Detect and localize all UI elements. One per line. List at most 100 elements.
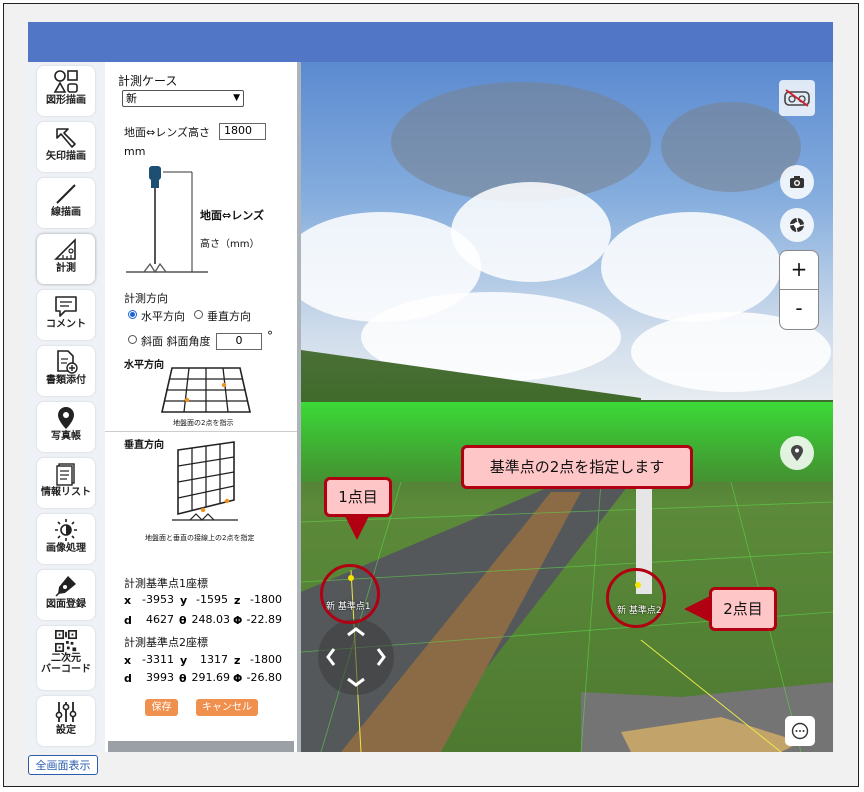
lens-height-diagram — [126, 166, 208, 274]
point1-theta-label: θ — [179, 614, 187, 627]
diagram-label-1: 地面⇔レンズ — [200, 209, 264, 222]
tool-document-attach-label: 書類添付 — [46, 375, 86, 386]
brightness-icon — [55, 519, 77, 541]
cancel-button[interactable]: キャンセル — [196, 699, 258, 716]
tool-line-label: 線描画 — [51, 207, 81, 218]
point2-theta-label: θ — [179, 672, 187, 685]
tool-measure[interactable]: 計測 — [37, 234, 95, 284]
tool-document-attach[interactable]: 書類添付 — [37, 346, 95, 396]
reference-point-1-label: 新 基準点1 — [326, 602, 371, 612]
location-pin-icon — [58, 407, 74, 429]
radio-slope-label: 斜面 斜面角度 — [141, 335, 211, 348]
point2-y-value: 1317 — [190, 653, 228, 666]
map-pin-icon — [791, 445, 803, 461]
point1-phi-label: Φ — [233, 614, 243, 627]
chevron-down-icon: ▼ — [233, 93, 240, 103]
top-bar — [28, 22, 833, 62]
chat-bubble-icon — [791, 722, 809, 740]
tool-qr-code[interactable]: 二次元 バーコード — [37, 626, 95, 690]
height-input[interactable]: 1800 — [219, 123, 266, 140]
horizontal-title: 水平方向 — [124, 360, 164, 371]
fullscreen-button[interactable]: 全画面表示 — [28, 755, 98, 775]
radio-slope[interactable] — [128, 335, 137, 344]
point2-callout: 2点目 — [709, 587, 777, 631]
tool-comment[interactable]: コメント — [37, 290, 95, 340]
arrow-icon — [56, 128, 76, 148]
point2-z-value: -1800 — [244, 653, 282, 666]
panorama-viewer[interactable]: + - 新 基準点1 新 基準点2 基準点の2点を指定します 1点目 2点目 — [301, 62, 833, 752]
vertical-grid-diagram — [172, 441, 238, 521]
point1-callout: 1点目 — [324, 477, 392, 517]
tool-line[interactable]: 線描画 — [37, 178, 95, 228]
save-button[interactable]: 保存 — [145, 699, 178, 716]
point2-x-value: -3311 — [134, 653, 174, 666]
pen-nib-icon — [55, 576, 76, 597]
height-unit: mm — [124, 145, 146, 158]
case-select[interactable]: 新 ▼ — [122, 90, 244, 107]
point2-y-label: y — [180, 654, 188, 667]
tool-image-processing[interactable]: 画像処理 — [37, 514, 95, 564]
point1-x-value: -3953 — [134, 593, 174, 606]
point1-x-label: x — [124, 594, 132, 607]
chat-button[interactable] — [785, 716, 815, 746]
vertical-caption: 地盤面と垂直の接線上の2点を指定 — [145, 534, 255, 542]
location-button[interactable] — [780, 436, 814, 470]
aperture-icon — [789, 217, 805, 233]
camera-icon — [790, 176, 804, 188]
case-label: 計測ケース — [118, 74, 178, 88]
radio-vertical-label: 垂直方向 — [207, 310, 251, 323]
point2-z-label: z — [234, 654, 241, 667]
point1-z-label: z — [234, 594, 241, 607]
reference-point-2-label: 新 基準点2 — [617, 606, 662, 616]
point2-theta-value: 291.69 — [188, 671, 230, 684]
tool-info-list-label: 情報リスト — [41, 487, 91, 498]
navigation-pad[interactable] — [316, 617, 396, 697]
shapes-icon — [53, 70, 78, 93]
document-attach-icon — [57, 350, 78, 374]
radio-horizontal-label: 水平方向 — [141, 310, 185, 323]
tool-photo-album[interactable]: 写真帳 — [37, 402, 95, 452]
tool-settings[interactable]: 設定 — [37, 696, 95, 746]
point1-title: 計測基準点1座標 — [124, 577, 208, 590]
degree-symbol: ° — [267, 329, 273, 343]
tool-info-list[interactable]: 情報リスト — [37, 458, 95, 508]
tool-arrow[interactable]: 矢印描画 — [37, 122, 95, 172]
zoom-control: + - — [779, 250, 819, 330]
instruction-callout: 基準点の2点を指定します — [461, 445, 693, 489]
reference-point-2-dot — [635, 582, 641, 588]
point1-callout-pointer — [344, 514, 370, 540]
radio-horizontal[interactable] — [128, 310, 137, 319]
tool-drawing-register[interactable]: 図面登録 — [37, 570, 95, 620]
vr-toggle-button[interactable] — [779, 80, 815, 116]
horizontal-grid-diagram — [160, 367, 252, 413]
direction-label: 計測方向 — [124, 292, 168, 305]
slope-angle-input[interactable]: 0 — [216, 333, 262, 350]
tool-shapes[interactable]: 図形描画 — [37, 66, 95, 116]
point1-phi-value: -22.89 — [244, 613, 282, 626]
point1-theta-value: 248.03 — [188, 613, 230, 626]
screenshot-button[interactable] — [780, 165, 814, 199]
info-list-icon — [56, 463, 75, 486]
tool-measure-label: 計測 — [56, 263, 76, 274]
zoom-out-button[interactable]: - — [780, 290, 818, 328]
horizontal-caption: 地盤面の2点を指示 — [173, 419, 234, 427]
diagram-label-2: 高さ（mm） — [200, 239, 260, 250]
point2-title: 計測基準点2座標 — [124, 636, 208, 649]
tool-qr-code-label: 二次元 — [51, 653, 81, 664]
zoom-in-button[interactable]: + — [780, 251, 818, 290]
tool-photo-album-label: 写真帳 — [51, 431, 81, 442]
point2-x-label: x — [124, 654, 132, 667]
point1-d-value: 4627 — [134, 613, 174, 626]
tool-shapes-label: 図形描画 — [46, 95, 86, 106]
tool-arrow-label: 矢印描画 — [46, 151, 86, 162]
reference-point-2-marker[interactable] — [606, 568, 666, 628]
point2-phi-label: Φ — [233, 672, 243, 685]
shutter-button[interactable] — [780, 208, 814, 242]
height-label: 地面⇔レンズ高さ — [124, 126, 210, 139]
panel-scrollbar[interactable] — [108, 741, 294, 752]
radio-vertical[interactable] — [194, 310, 203, 319]
vr-goggles-off-icon — [784, 89, 810, 107]
reference-point-1-marker[interactable] — [320, 564, 380, 624]
tool-comment-label: コメント — [46, 319, 86, 330]
tool-image-processing-label: 画像処理 — [46, 543, 86, 554]
